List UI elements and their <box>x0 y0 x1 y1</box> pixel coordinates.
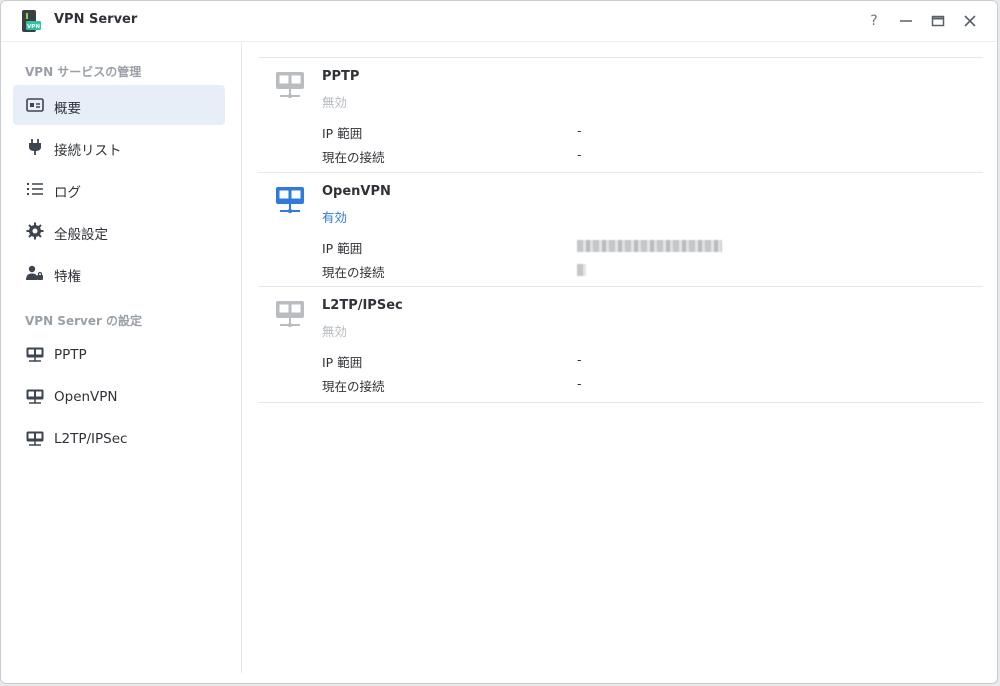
sidebar-item-label: 概要 <box>54 101 81 117</box>
sidebar-item-label: 特権 <box>54 269 81 285</box>
sidebar-item-connection-list[interactable]: 接続リスト <box>13 127 225 167</box>
app-icon-text: VPN <box>27 24 40 30</box>
sidebar-item-log[interactable]: ログ <box>13 169 225 209</box>
sidebar-item-overview[interactable]: 概要 <box>13 85 225 125</box>
sidebar-item-l2tp-ipsec[interactable]: L2TP/IPSec <box>13 419 225 459</box>
service-status: 無効 <box>322 95 348 110</box>
service-card-l2tp-ipsec: L2TP/IPSec 無効 IP 範囲 - 現在の接続 - <box>258 286 983 403</box>
minimize-icon <box>900 20 912 22</box>
minimize-button[interactable] <box>895 10 917 32</box>
current-connections-value: - <box>577 147 582 162</box>
maximize-icon <box>931 15 945 27</box>
vpn-server-window: VPN VPN Server ? VPN サービスの管理 概要 接続リスト ログ… <box>0 0 998 684</box>
network-icon <box>26 430 44 448</box>
network-enabled-icon <box>276 187 304 214</box>
title-bar: VPN VPN Server ? <box>1 1 997 42</box>
window-title: VPN Server <box>54 12 138 27</box>
list-icon <box>26 180 44 198</box>
overview-panel: PPTP 無効 IP 範囲 - 現在の接続 - OpenVPN 有効 IP 範囲… <box>242 42 997 683</box>
service-card-openvpn: OpenVPN 有効 IP 範囲 現在の接続 <box>258 172 983 288</box>
plug-icon <box>26 138 44 156</box>
sidebar-item-label: 接続リスト <box>54 143 122 159</box>
sidebar-item-label: PPTP <box>54 347 87 363</box>
ip-range-label: IP 範囲 <box>322 126 363 141</box>
service-status: 無効 <box>322 324 348 339</box>
current-connections-value-redacted <box>577 264 586 276</box>
close-icon <box>964 15 976 27</box>
service-name: OpenVPN <box>322 184 391 199</box>
service-status: 有効 <box>322 210 348 225</box>
ip-range-value: - <box>577 123 582 138</box>
sidebar-item-openvpn[interactable]: OpenVPN <box>13 377 225 417</box>
sidebar-item-pptp[interactable]: PPTP <box>13 335 225 375</box>
network-disabled-icon <box>276 301 304 328</box>
sidebar: VPN サービスの管理 概要 接続リスト ログ 全般設定 特権 VPN Serv… <box>1 42 242 673</box>
sidebar-item-label: ログ <box>54 185 81 201</box>
gear-icon <box>26 222 44 240</box>
current-connections-label: 現在の接続 <box>322 150 385 165</box>
sidebar-item-general-settings[interactable]: 全般設定 <box>13 211 225 251</box>
vpn-server-app-icon: VPN <box>22 10 41 32</box>
current-connections-label: 現在の接続 <box>322 379 385 394</box>
close-button[interactable] <box>959 10 981 32</box>
sidebar-item-label: L2TP/IPSec <box>54 431 128 447</box>
sidebar-item-privileges[interactable]: 特権 <box>13 253 225 293</box>
ip-range-value-redacted <box>577 240 722 252</box>
sidebar-item-label: 全般設定 <box>54 227 108 243</box>
ip-range-label: IP 範囲 <box>322 241 363 256</box>
sidebar-item-label: OpenVPN <box>54 389 118 405</box>
network-icon <box>26 346 44 364</box>
help-icon: ? <box>870 13 878 29</box>
maximize-button[interactable] <box>927 10 949 32</box>
service-card-pptp: PPTP 無効 IP 範囲 - 現在の接続 - <box>258 57 983 173</box>
service-name: L2TP/IPSec <box>322 298 403 313</box>
network-disabled-icon <box>276 72 304 99</box>
current-connections-label: 現在の接続 <box>322 265 385 280</box>
section-title-vpn-server-settings: VPN Server の設定 <box>25 314 143 328</box>
ip-range-value: - <box>577 352 582 367</box>
section-title-vpn-services: VPN サービスの管理 <box>25 65 142 79</box>
current-connections-value: - <box>577 376 582 391</box>
network-icon <box>26 388 44 406</box>
user-lock-icon <box>26 264 44 282</box>
help-button[interactable]: ? <box>863 10 885 32</box>
service-name: PPTP <box>322 69 360 84</box>
overview-card-icon <box>26 96 44 114</box>
ip-range-label: IP 範囲 <box>322 355 363 370</box>
